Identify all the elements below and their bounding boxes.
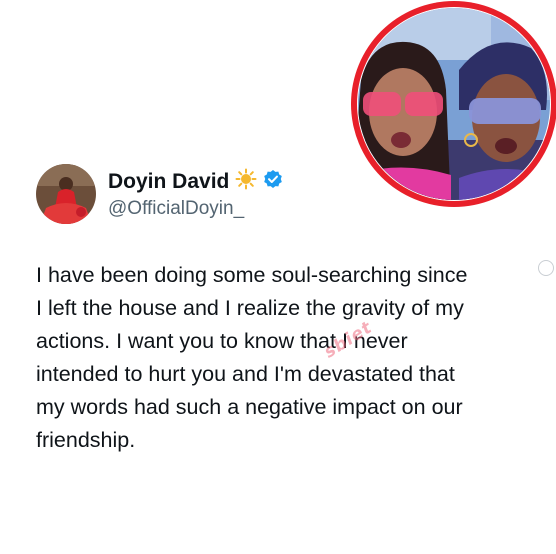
- avatar-image: [36, 164, 96, 224]
- author-name-row: Doyin David: [108, 168, 283, 195]
- tweet-body: I have been doing some soul-searching si…: [36, 263, 468, 452]
- verified-badge-icon: [263, 169, 283, 194]
- inset-photo: [341, 0, 556, 208]
- sun-icon: [235, 168, 257, 195]
- author-handle[interactable]: @OfficialDoyin_: [108, 198, 244, 220]
- author-avatar[interactable]: [36, 164, 96, 224]
- next-arrow-icon[interactable]: [538, 260, 554, 276]
- author-name[interactable]: Doyin David: [108, 170, 229, 194]
